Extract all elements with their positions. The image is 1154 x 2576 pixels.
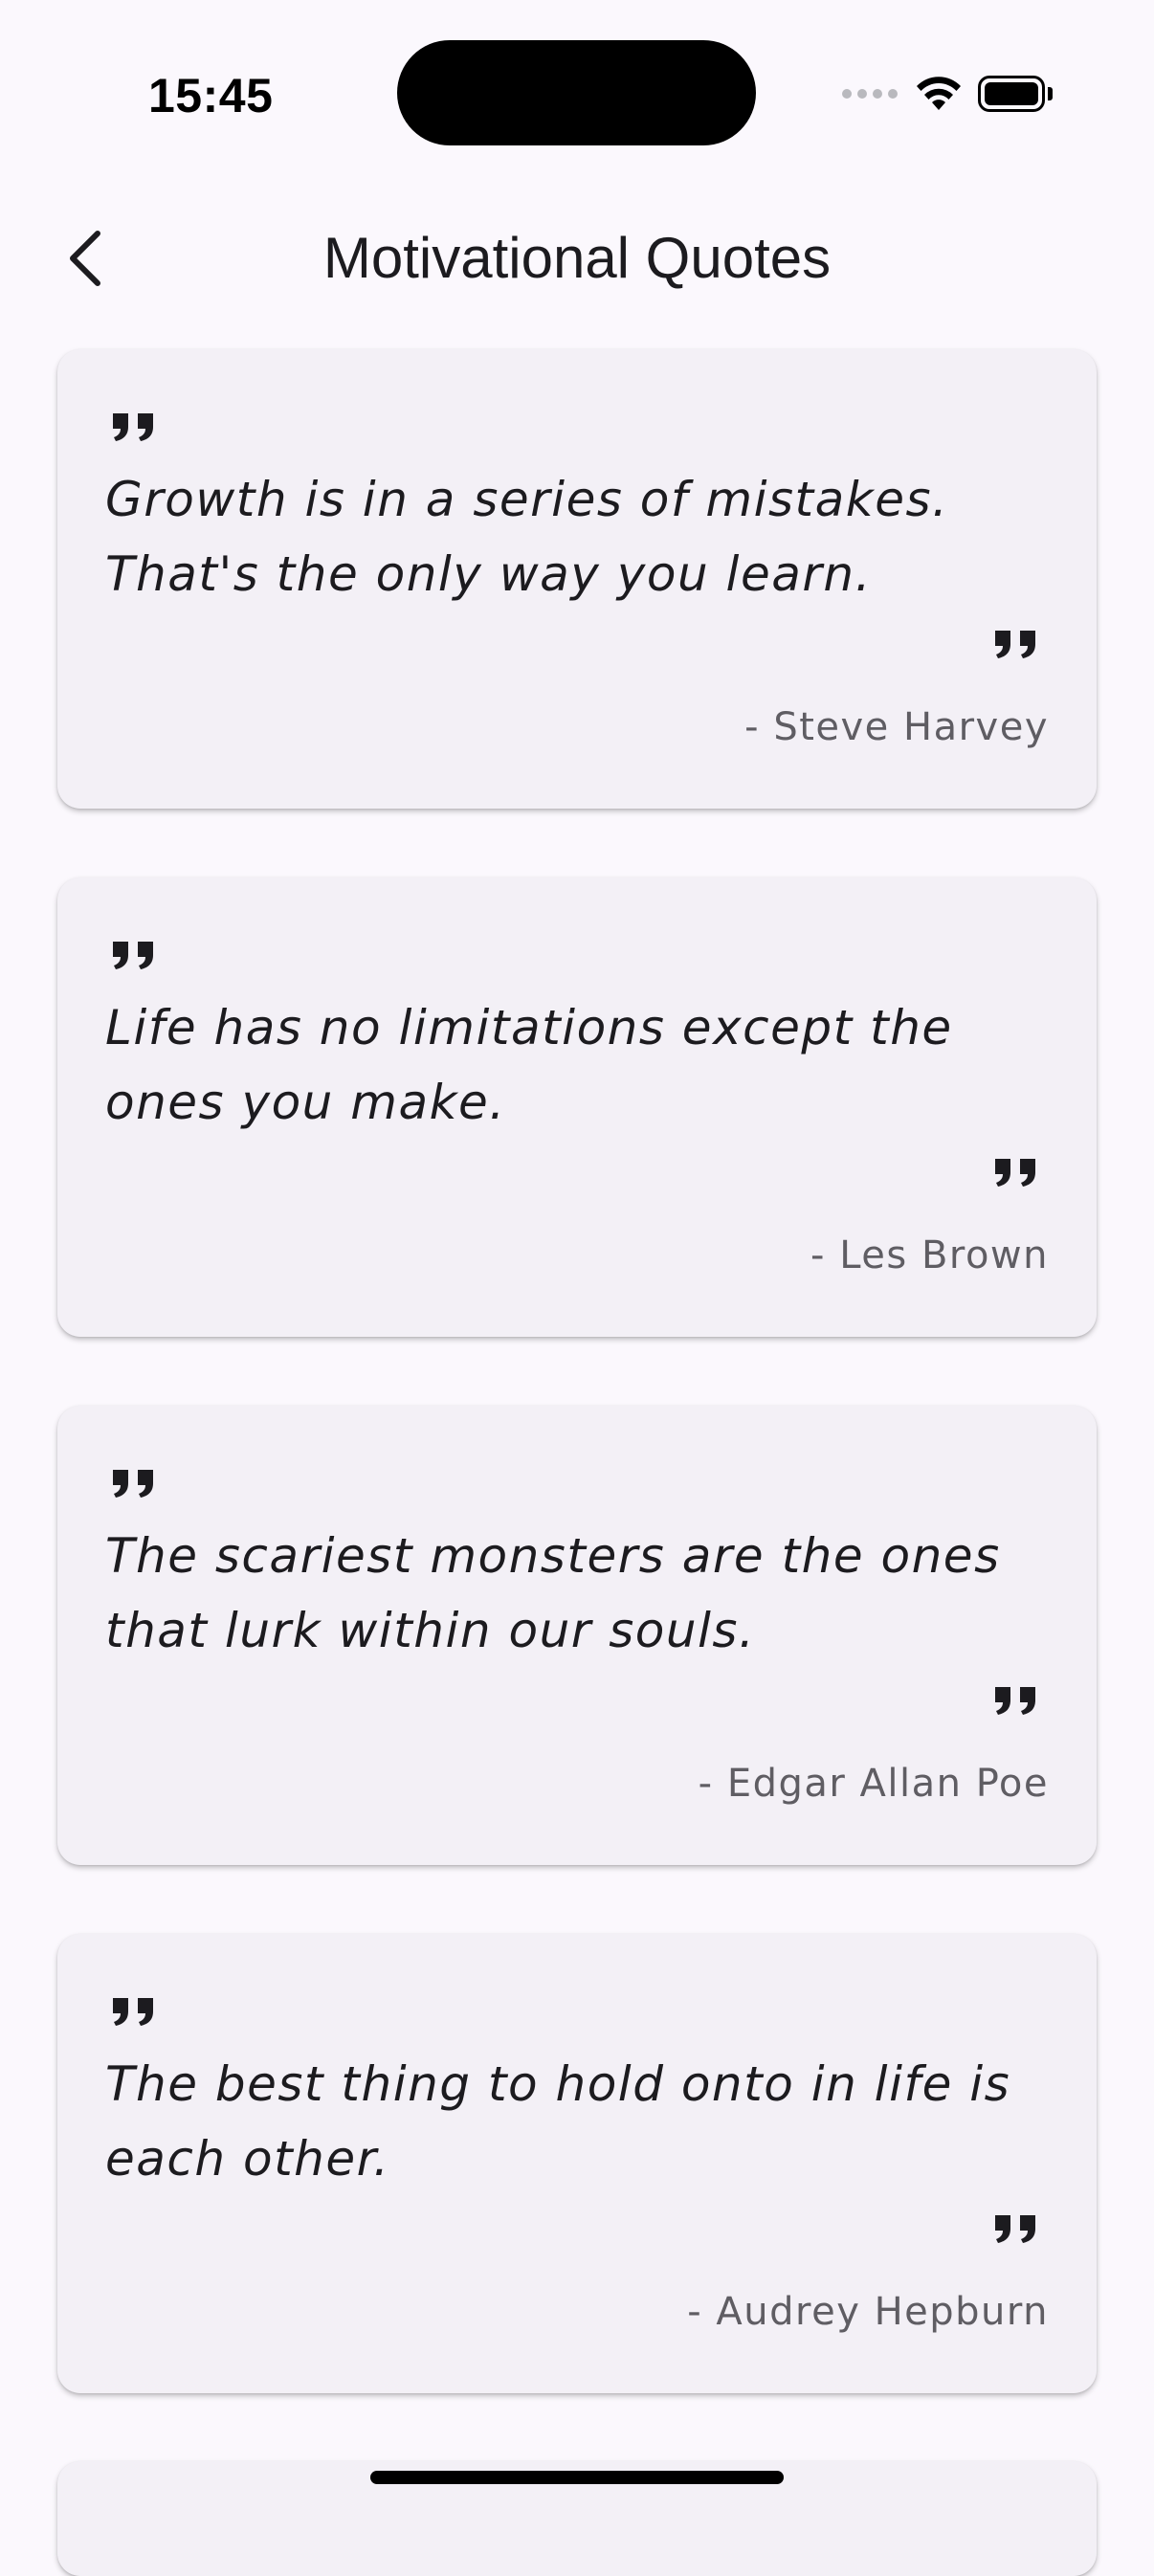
quote-author: - Edgar Allan Poe <box>698 1762 1049 1806</box>
wifi-icon <box>917 77 961 110</box>
quote-close-icon <box>995 1159 1035 1187</box>
quote-text: Life has no limitations except the ones … <box>105 1000 953 1130</box>
battery-icon <box>978 76 1053 112</box>
quote-author: - Les Brown <box>810 1233 1049 1277</box>
quote-close-icon <box>995 1687 1035 1715</box>
quote-text: Growth is in a series of mistakes. That'… <box>105 472 949 602</box>
quote-list: Growth is in a series of mistakes. That'… <box>57 349 1097 2462</box>
quote-close-icon <box>995 631 1035 658</box>
quote-close-icon <box>995 2215 1035 2243</box>
status-icons <box>842 73 1053 115</box>
cellular-signal-icon <box>842 89 898 99</box>
quote-card: Growth is in a series of mistakes. That'… <box>57 349 1097 809</box>
page-title: Motivational Quotes <box>322 226 832 290</box>
quote-author: - Steve Harvey <box>744 705 1049 749</box>
app-bar: Motivational Quotes <box>0 201 1154 316</box>
quote-card: The best thing to hold onto in life is e… <box>57 1934 1097 2393</box>
status-bar: 15:45 <box>0 0 1154 182</box>
home-indicator[interactable] <box>370 2471 784 2484</box>
quote-open-icon <box>113 1998 153 2026</box>
quote-open-icon <box>113 413 153 441</box>
quote-text: The scariest monsters are the ones that … <box>105 1528 1001 1658</box>
quote-author: - Audrey Hepburn <box>687 2290 1049 2334</box>
quote-card: The scariest monsters are the ones that … <box>57 1406 1097 1865</box>
dynamic-island <box>397 40 756 145</box>
quote-card: Life has no limitations except the ones … <box>57 877 1097 1337</box>
status-time: 15:45 <box>148 69 274 122</box>
quote-open-icon <box>113 1470 153 1498</box>
quote-text: The best thing to hold onto in life is e… <box>105 2056 1011 2187</box>
quote-open-icon <box>113 942 153 969</box>
